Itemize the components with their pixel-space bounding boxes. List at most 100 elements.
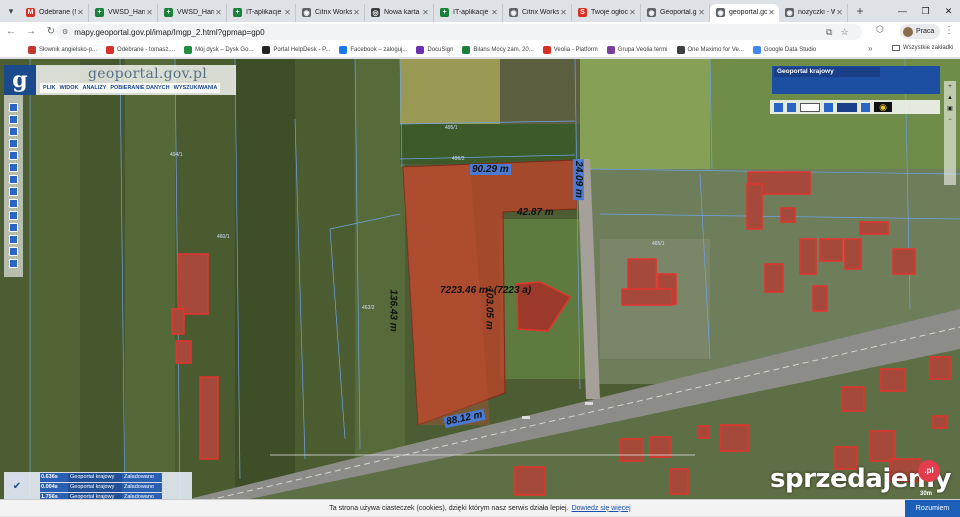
status-state: Załadowano [122, 473, 162, 482]
other-bookmarks[interactable]: Wszystkie zakładki [892, 45, 953, 51]
close-tab-icon[interactable]: ✕ [628, 8, 637, 17]
cookie-accept-button[interactable]: Rozumiem [905, 500, 960, 517]
menu-analizy[interactable]: ANALIZY [82, 83, 106, 93]
browser-toolbar: ← → ↻ ⚙ mapy.geoportal.gov.pl/imap/Imgp_… [0, 22, 960, 42]
bookmarks-more-icon[interactable]: » [868, 44, 872, 53]
layer-tool-icon[interactable] [861, 102, 870, 112]
zoom-in-icon[interactable]: + [948, 83, 952, 91]
identify-tool-icon[interactable] [9, 139, 18, 148]
search-tool-icon[interactable] [9, 199, 18, 208]
close-tab-icon[interactable]: ✕ [283, 8, 292, 17]
tab-title: geoportal.gc [729, 9, 767, 16]
close-tab-icon[interactable]: ✕ [352, 8, 361, 17]
zoom-level-icon[interactable]: ▣ [947, 105, 953, 113]
tab[interactable]: ◉ Citrix Works ✕ [296, 3, 365, 22]
globe-icon: ◉ [785, 8, 794, 17]
bookmark-item[interactable]: Google Data Studio [752, 45, 816, 54]
geoportal-title: geoportal.gov.pl [88, 66, 207, 82]
globe-icon: ◉ [302, 8, 311, 17]
map-viewport[interactable]: 90.29 m 24.09 m 42.87 m 136.43 m 7223.46… [0, 59, 960, 516]
cast-icon[interactable]: ⧉ [826, 27, 832, 38]
layer-tool-icon[interactable] [824, 102, 833, 112]
info-tool-icon[interactable] [9, 223, 18, 232]
back-icon[interactable]: ← [2, 23, 20, 41]
profile-button[interactable]: Praca [900, 24, 940, 39]
menu-wyszukiwania[interactable]: WYSZUKIWANIA [174, 83, 218, 93]
print-tool-icon[interactable] [9, 187, 18, 196]
close-tab-icon[interactable]: ✕ [490, 8, 499, 17]
sheets-icon: + [95, 8, 104, 17]
bookmark-item[interactable]: Słownik angielsko-p... [28, 45, 97, 54]
close-tab-icon[interactable]: ✕ [421, 8, 430, 17]
measure-area-icon[interactable] [9, 163, 18, 172]
restore-icon[interactable]: ❐ [914, 0, 937, 22]
share-tool-icon[interactable] [9, 247, 18, 256]
tab[interactable]: + IT-aplikacje ✕ [227, 3, 296, 22]
new-tab-button[interactable]: + [851, 2, 869, 20]
tab[interactable]: ◉ Citrix Works ✕ [503, 3, 572, 22]
tab[interactable]: S Twoje ogłoc ✕ [572, 3, 641, 22]
minimize-icon[interactable]: — [891, 0, 914, 22]
clear-tool-icon[interactable] [9, 235, 18, 244]
tab-search-icon[interactable]: ▾ [4, 4, 18, 18]
layer-select[interactable] [800, 102, 820, 112]
tab[interactable]: + VWSD_Harm✕ [158, 3, 227, 22]
forward-icon[interactable]: → [22, 23, 40, 41]
bookmark-item[interactable]: Portal HelpDesk - P... [262, 45, 330, 54]
tab[interactable]: ◉ nozyczki - W ✕ [779, 3, 848, 22]
bookmark-item[interactable]: DocuSign [416, 45, 453, 54]
close-tab-icon[interactable]: ✕ [76, 8, 85, 17]
bookmark-item[interactable]: One Maximo for Ve... [676, 45, 744, 54]
draw-tool-icon[interactable] [9, 175, 18, 184]
pan-tool-icon[interactable] [9, 103, 18, 112]
geoportal-logo[interactable]: g [4, 65, 36, 95]
zoom-out-tool-icon[interactable] [9, 127, 18, 136]
bookmark-star-icon[interactable]: ☆ [840, 27, 848, 38]
close-window-icon[interactable]: ✕ [937, 0, 960, 22]
tab[interactable]: ◎ Nowa karta ✕ [365, 3, 434, 22]
settings-tool-icon[interactable] [9, 259, 18, 268]
sheets-icon: + [440, 8, 449, 17]
measure-distance-icon[interactable] [9, 151, 18, 160]
site-info-icon[interactable]: ⚙ [62, 28, 68, 36]
close-tab-icon[interactable]: ✕ [767, 8, 776, 17]
layer-opacity-icon[interactable] [837, 102, 857, 112]
menu-pobieranie-danych[interactable]: POBIERANIE DANYCH [110, 83, 169, 93]
tab[interactable]: ◉ geoportal.gc ✕ [710, 3, 779, 22]
close-tab-icon[interactable]: ✕ [559, 8, 568, 17]
bookmark-item[interactable]: Mój dysk – Dysk Go... [184, 45, 253, 54]
zoom-slider-icon[interactable]: ▲ [947, 94, 953, 102]
bookmark-item[interactable]: Odebrane - tomasz.... [106, 45, 175, 54]
extensions-icon[interactable]: ⬡ [876, 24, 888, 38]
tab[interactable]: + IT-aplikacje ✕ [434, 3, 503, 22]
tab[interactable]: + VWSD_Harm✕ [89, 3, 158, 22]
status-row: 0.636s Geoportal krajowy Załadowano [40, 473, 162, 482]
tab-title: Citrix Works [315, 9, 352, 16]
browser-menu-icon[interactable]: ⋮ [944, 25, 954, 36]
bookmark-item[interactable]: Grupa Veolia termi [606, 45, 668, 54]
layer-tool-icon[interactable] [787, 102, 796, 112]
check-icon[interactable]: ✔ [6, 474, 28, 500]
menu-plik[interactable]: PLIK [43, 83, 56, 93]
tab[interactable]: M Odebrane (! ✕ [20, 3, 89, 22]
close-tab-icon[interactable]: ✕ [697, 8, 706, 17]
close-tab-icon[interactable]: ✕ [214, 8, 223, 17]
cookie-more-link[interactable]: Dowiedz się więcej [572, 505, 631, 512]
zoom-out-icon[interactable]: − [948, 116, 952, 124]
parcel-id: 494/1 [170, 152, 183, 158]
tab[interactable]: ◉ Geoportal.gc ✕ [641, 3, 710, 22]
status-layer: Geoportal krajowy [68, 473, 122, 482]
close-tab-icon[interactable]: ✕ [145, 8, 154, 17]
close-tab-icon[interactable]: ✕ [835, 8, 844, 17]
layers-tool-icon[interactable] [9, 211, 18, 220]
visibility-eye-icon[interactable]: ◉ [874, 102, 892, 112]
bookmark-item[interactable]: Bilans Mocy zam. 20... [462, 45, 534, 54]
bookmark-item[interactable]: Veolia - Platform [542, 45, 598, 54]
layer-tool-icon[interactable] [774, 102, 783, 112]
bookmark-item[interactable]: Facebook – zaloguj... [339, 45, 407, 54]
address-bar[interactable]: ⚙ mapy.geoportal.gov.pl/imap/Imgp_2.html… [56, 24, 862, 40]
layer-label[interactable]: Geoportal krajowy [774, 67, 880, 77]
globe-icon: ◉ [647, 8, 656, 17]
menu-widok[interactable]: WIDOK [60, 83, 79, 93]
zoom-in-tool-icon[interactable] [9, 115, 18, 124]
